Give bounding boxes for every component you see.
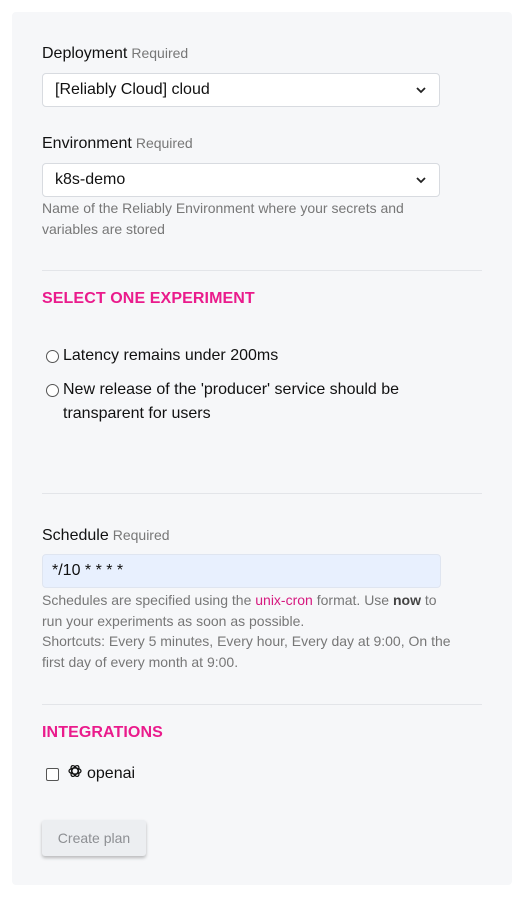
integration-item-openai[interactable]: openai bbox=[46, 764, 136, 783]
deployment-select[interactable]: [Reliably Cloud] cloud bbox=[42, 73, 440, 107]
environment-label-text: Environment bbox=[42, 135, 132, 152]
environment-required: Required bbox=[135, 135, 193, 151]
divider bbox=[42, 270, 482, 271]
schedule-help: Schedules are specified using the unix-c… bbox=[42, 590, 452, 672]
divider bbox=[42, 704, 482, 705]
experiment-radio[interactable] bbox=[46, 384, 59, 397]
schedule-label: Schedule Required bbox=[42, 527, 170, 545]
experiment-option-label: Latency remains under 200ms bbox=[63, 347, 279, 364]
experiment-option[interactable]: Latency remains under 200ms bbox=[46, 344, 278, 368]
integration-label: openai bbox=[87, 765, 136, 782]
schedule-help-text: Schedules are specified using the bbox=[42, 592, 256, 608]
experiment-option-label-line: transparent for users bbox=[63, 405, 211, 422]
experiment-radio[interactable] bbox=[46, 350, 59, 363]
deployment-required: Required bbox=[131, 45, 189, 61]
plan-form: Deployment Required [Reliably Cloud] clou… bbox=[12, 12, 512, 885]
schedule-shortcuts: Shortcuts: Every 5 minutes, Every hour, … bbox=[42, 633, 451, 670]
schedule-required: Required bbox=[112, 527, 170, 543]
openai-icon bbox=[68, 764, 82, 778]
divider bbox=[42, 493, 482, 494]
experiments-title: SELECT ONE EXPERIMENT bbox=[42, 290, 255, 307]
integrations-title: INTEGRATIONS bbox=[42, 724, 163, 741]
environment-select[interactable]: k8s-demo bbox=[42, 163, 440, 197]
create-plan-button[interactable]: Create plan bbox=[42, 820, 146, 856]
schedule-help-text: format. Use bbox=[312, 592, 393, 608]
chevron-down-icon bbox=[416, 87, 426, 94]
schedule-input[interactable]: */10 * * * * bbox=[42, 554, 441, 588]
deployment-label: Deployment Required bbox=[42, 45, 188, 63]
schedule-input-value: */10 * * * * bbox=[52, 562, 124, 579]
environment-label: Environment Required bbox=[42, 135, 193, 153]
integration-checkbox[interactable] bbox=[46, 767, 59, 781]
schedule-label-text: Schedule bbox=[42, 527, 109, 544]
unix-cron-link[interactable]: unix-cron bbox=[255, 592, 313, 608]
chevron-down-icon bbox=[416, 177, 426, 184]
environment-select-value: k8s-demo bbox=[55, 171, 126, 188]
experiment-option-label-line: New release of the 'producer' service sh… bbox=[63, 381, 400, 398]
schedule-help-now: now bbox=[392, 592, 421, 608]
experiment-option[interactable]: New release of the 'producer' service sh… bbox=[46, 378, 399, 426]
environment-help: Name of the Reliably Environment where y… bbox=[42, 200, 404, 237]
deployment-label-text: Deployment bbox=[42, 45, 128, 62]
experiment-option-label: New release of the 'producer' service sh… bbox=[63, 378, 399, 426]
deployment-select-value: [Reliably Cloud] cloud bbox=[55, 81, 210, 98]
